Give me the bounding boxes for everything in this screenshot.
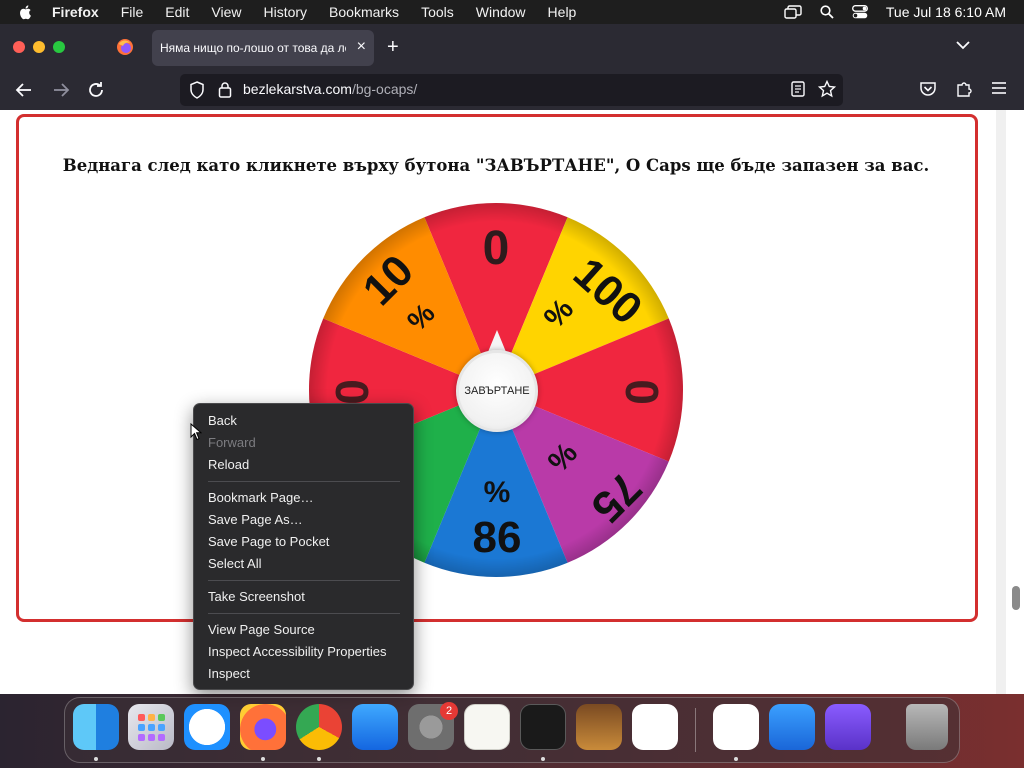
- vscode-icon[interactable]: [632, 704, 678, 750]
- menu-bookmarks[interactable]: Bookmarks: [329, 4, 399, 20]
- context-menu-forward: Forward: [208, 435, 256, 450]
- context-menu-reload[interactable]: Reload: [208, 457, 249, 472]
- context-menu-back[interactable]: Back: [208, 413, 237, 428]
- terminal-icon[interactable]: [520, 704, 566, 750]
- back-arrow-icon[interactable]: [14, 80, 34, 100]
- spotlight-search-icon[interactable]: [820, 5, 834, 19]
- page-scrollbar-thumb[interactable]: [1012, 586, 1020, 610]
- screen-mirroring-icon[interactable]: [784, 5, 802, 19]
- menubar-clock[interactable]: Tue Jul 18 6:10 AM: [886, 4, 1006, 20]
- context-menu-separator: [208, 613, 400, 614]
- forward-arrow-icon[interactable]: [51, 80, 71, 100]
- firefox-dock-icon[interactable]: [240, 704, 286, 750]
- dock-running-indicator: [261, 757, 265, 761]
- dock-running-indicator: [734, 757, 738, 761]
- url-text[interactable]: bezlekarstva.com/bg-ocaps/: [243, 81, 417, 97]
- tab-close-icon[interactable]: ×: [357, 39, 366, 55]
- launchpad-icon[interactable]: [128, 704, 174, 750]
- url-domain: bezlekarstva.com: [243, 81, 352, 97]
- site-security-lock-icon[interactable]: [218, 81, 232, 98]
- macos-menubar: Firefox File Edit View History Bookmarks…: [0, 0, 1024, 24]
- context-menu-save-page-as[interactable]: Save Page As…: [208, 512, 303, 527]
- finder-icon[interactable]: [73, 704, 119, 750]
- context-menu-take-screenshot[interactable]: Take Screenshot: [208, 589, 305, 604]
- extensions-puzzle-icon[interactable]: [955, 80, 973, 98]
- menu-history[interactable]: History: [263, 4, 307, 20]
- list-all-tabs-chevron-icon[interactable]: [956, 40, 970, 50]
- segment-label-86: 86: [473, 513, 522, 562]
- context-menu-bookmark-page[interactable]: Bookmark Page…: [208, 490, 314, 505]
- context-menu-view-page-source[interactable]: View Page Source: [208, 622, 315, 637]
- url-path: /bg-ocaps/: [351, 81, 418, 97]
- context-menu: Back Forward Reload Bookmark Page… Save …: [193, 403, 414, 690]
- page-scrollbar-track[interactable]: [996, 110, 1006, 694]
- textedit-icon[interactable]: [464, 704, 510, 750]
- wheel-pointer: [488, 330, 506, 352]
- context-menu-separator: [208, 481, 400, 482]
- instruments-icon[interactable]: [576, 704, 622, 750]
- segment-percent-86: %: [484, 476, 511, 509]
- tab-title: Няма нищо по-лошо от това да ле: [160, 41, 346, 55]
- launchpad-grid-icon: [138, 714, 165, 741]
- segment-label-0-right: 0: [616, 379, 668, 405]
- app-store-icon[interactable]: [352, 704, 398, 750]
- menu-window[interactable]: Window: [476, 4, 526, 20]
- context-menu-select-all[interactable]: Select All: [208, 556, 261, 571]
- trash-icon[interactable]: [906, 704, 948, 750]
- segment-label-0-top: 0: [483, 222, 510, 275]
- safari-icon[interactable]: [184, 704, 230, 750]
- active-tab[interactable]: Няма нищо по-лошо от това да ле ×: [152, 30, 374, 66]
- menu-help[interactable]: Help: [548, 4, 577, 20]
- page-headline: Веднага след като кликнете върху бутона …: [62, 156, 930, 175]
- window-minimize-button[interactable]: [33, 41, 45, 53]
- window-close-button[interactable]: [13, 41, 25, 53]
- pocket-icon[interactable]: [919, 80, 937, 98]
- reload-icon[interactable]: [86, 80, 106, 100]
- control-center-icon[interactable]: [851, 5, 868, 19]
- mouse-cursor-icon: [190, 423, 202, 441]
- context-menu-inspect[interactable]: Inspect: [208, 666, 250, 681]
- simulator-icon[interactable]: [825, 704, 871, 750]
- visual-studio-icon[interactable]: [713, 704, 759, 750]
- new-tab-button[interactable]: +: [387, 36, 399, 58]
- window-zoom-button[interactable]: [53, 41, 65, 53]
- menu-app-name[interactable]: Firefox: [52, 4, 99, 20]
- context-menu-separator: [208, 580, 400, 581]
- weather-icon[interactable]: [769, 704, 815, 750]
- apple-icon[interactable]: [18, 4, 34, 20]
- dock-running-indicator: [94, 757, 98, 761]
- menu-tools[interactable]: Tools: [421, 4, 454, 20]
- context-menu-inspect-accessibility[interactable]: Inspect Accessibility Properties: [208, 644, 386, 659]
- firefox-view-icon[interactable]: [116, 38, 134, 56]
- menu-file[interactable]: File: [121, 4, 144, 20]
- dock-separator: [695, 708, 696, 752]
- reader-view-icon[interactable]: [790, 81, 806, 97]
- bookmark-star-icon[interactable]: [818, 80, 836, 98]
- segment-label-0-left: 0: [326, 379, 378, 405]
- dock-running-indicator: [541, 757, 545, 761]
- hamburger-menu-icon[interactable]: [991, 81, 1007, 95]
- menu-edit[interactable]: Edit: [165, 4, 189, 20]
- context-menu-save-to-pocket[interactable]: Save Page to Pocket: [208, 534, 329, 549]
- spin-button[interactable]: ЗАВЪРТАНЕ: [456, 350, 538, 432]
- chrome-icon[interactable]: [296, 704, 342, 750]
- system-settings-badge: 2: [440, 702, 458, 720]
- tracking-protection-shield-icon[interactable]: [189, 81, 205, 99]
- dock-running-indicator: [317, 757, 321, 761]
- spin-button-label: ЗАВЪРТАНЕ: [464, 385, 530, 397]
- menu-view[interactable]: View: [211, 4, 241, 20]
